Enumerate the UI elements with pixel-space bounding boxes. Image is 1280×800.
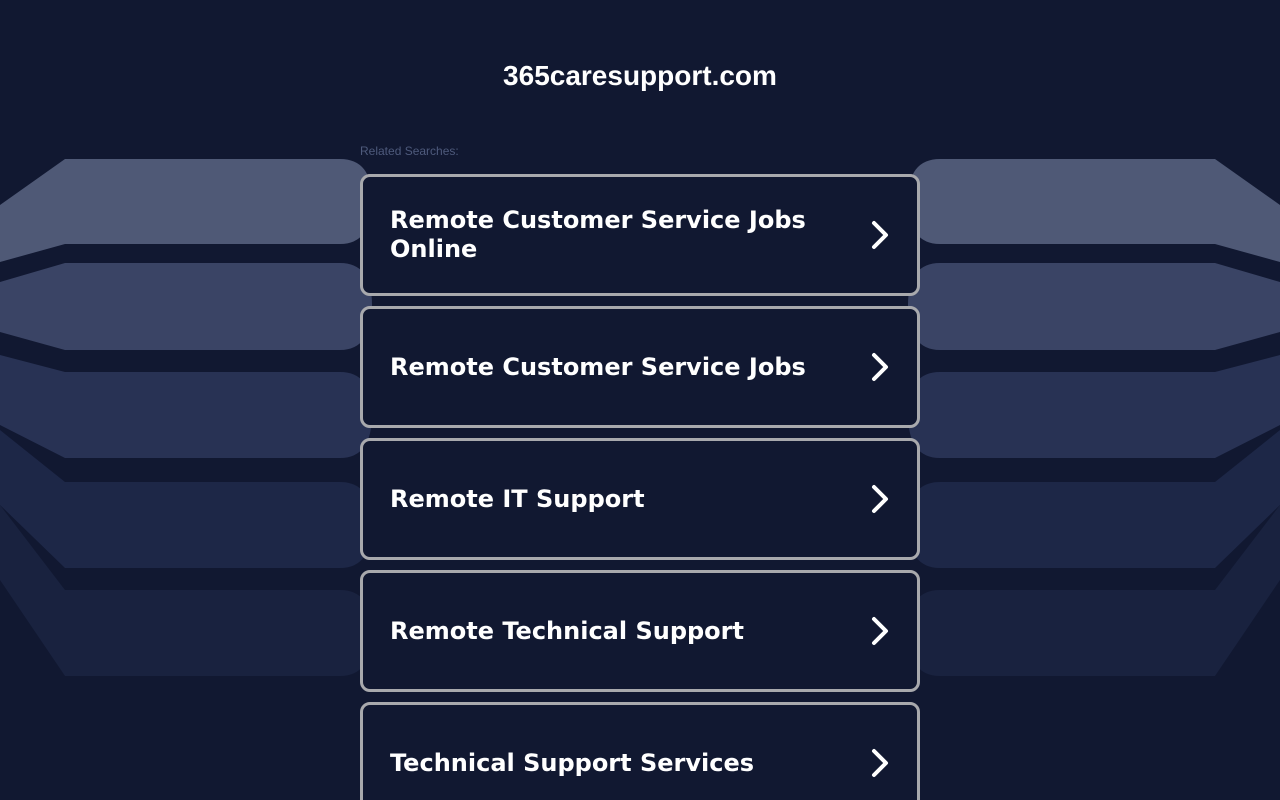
chevron-right-icon <box>872 617 888 645</box>
left-bg-band-3 <box>0 355 372 458</box>
related-searches-list: Remote Customer Service Jobs Online Remo… <box>360 174 920 800</box>
right-bg-band-3 <box>908 355 1280 458</box>
related-searches-label: Related Searches: <box>360 144 459 158</box>
related-search-label: Remote Customer Service Jobs Online <box>390 206 806 263</box>
related-search-label: Technical Support Services <box>390 748 755 777</box>
left-bg-band-1 <box>0 159 372 262</box>
related-search-label: Remote Customer Service Jobs <box>390 352 806 381</box>
right-bg-band-1 <box>908 159 1280 262</box>
parked-domain-page: 365caresupport.com Related Searches: Rem… <box>0 0 1280 800</box>
left-bg-band-2 <box>0 263 372 350</box>
chevron-right-icon <box>872 221 888 249</box>
related-search-link[interactable]: Remote Customer Service Jobs Online <box>360 174 920 296</box>
related-search-link[interactable]: Remote Technical Support <box>360 570 920 692</box>
related-search-label: Remote Technical Support <box>390 616 744 645</box>
related-search-label: Remote IT Support <box>390 484 645 513</box>
chevron-right-icon <box>872 353 888 381</box>
chevron-right-icon <box>872 485 888 513</box>
domain-title: 365caresupport.com <box>503 60 777 91</box>
related-search-link[interactable]: Remote Customer Service Jobs <box>360 306 920 428</box>
chevron-right-icon <box>872 749 888 777</box>
right-bg-band-2 <box>908 263 1280 350</box>
related-search-link[interactable]: Technical Support Services <box>360 702 920 800</box>
related-search-link[interactable]: Remote IT Support <box>360 438 920 560</box>
